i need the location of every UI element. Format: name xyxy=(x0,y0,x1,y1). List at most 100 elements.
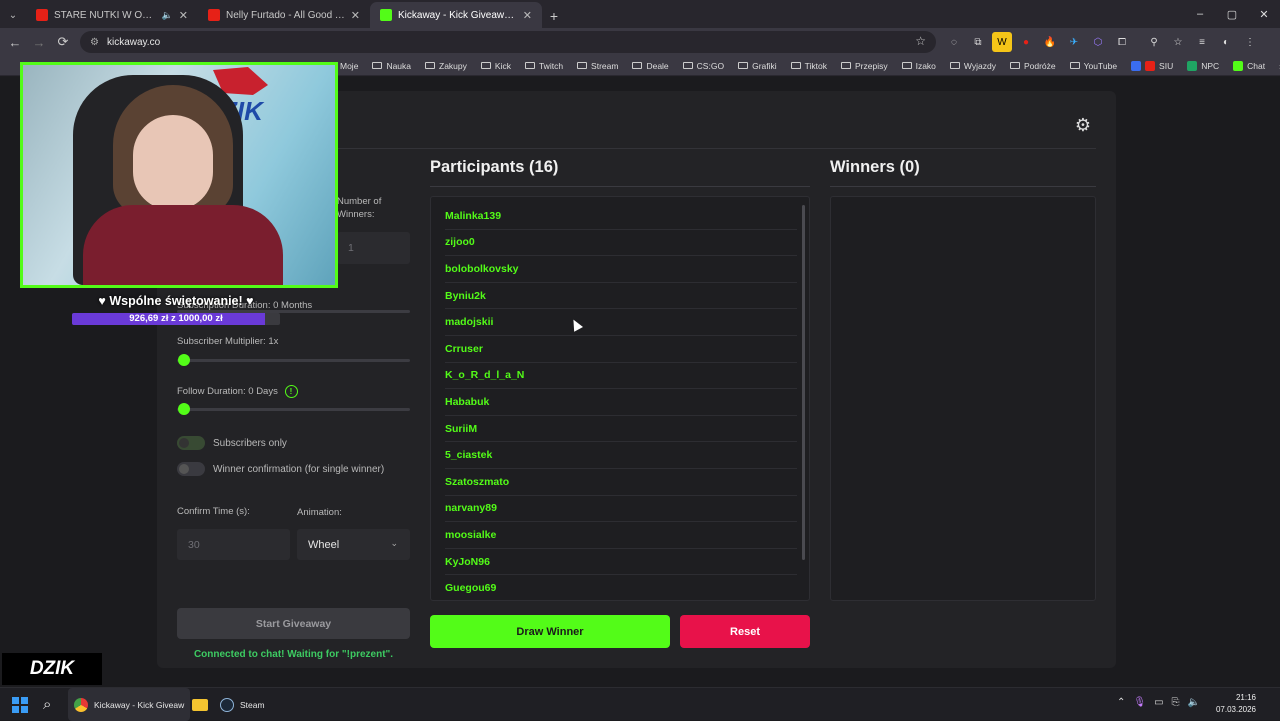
bookmarks-icon[interactable]: ☆ xyxy=(1168,32,1188,52)
extension-icon[interactable]: ⧉ xyxy=(968,32,988,52)
bookmark-deale[interactable]: Deale xyxy=(632,60,669,71)
bookmark-przepisy[interactable]: Przepisy xyxy=(841,61,888,71)
bookmark-chat[interactable]: Chat xyxy=(1233,60,1265,71)
winner-confirmation-toggle[interactable] xyxy=(177,462,205,476)
minimize-button[interactable]: – xyxy=(1184,0,1216,28)
chevron-down-icon: ⌄ xyxy=(390,538,398,548)
animation-label: Animation: xyxy=(297,507,342,518)
animation-select[interactable]: Wheel ⌄ xyxy=(297,529,410,560)
draw-winner-button[interactable]: Draw Winner xyxy=(430,615,670,648)
bookmark-podroze[interactable]: Podróże xyxy=(1009,61,1056,71)
taskbar-steam[interactable]: Steam xyxy=(220,688,265,721)
bookmark-twitch[interactable]: Twitch xyxy=(524,61,563,71)
media-control-icon[interactable]: ≡ xyxy=(1192,32,1212,52)
bookmark-wyjazdy[interactable]: Wyjazdy xyxy=(949,61,996,71)
bookmark-csgo[interactable]: CS:GO xyxy=(682,61,724,71)
toggle-knob xyxy=(179,438,189,448)
taskbar-label: Kickaway - Kick Giveaw xyxy=(94,699,185,710)
url-text: kickaway.co xyxy=(106,36,161,48)
browser-tab-1[interactable]: STARE NUTKI W ODŚWIEŻ 🔈 ✕ xyxy=(26,2,198,28)
taskbar-file-explorer[interactable] xyxy=(192,688,208,721)
tab-search-button[interactable]: ⌄ xyxy=(0,2,26,28)
bookmark-kick[interactable]: Kick xyxy=(480,61,511,71)
forward-button[interactable]: → xyxy=(27,30,51,54)
close-tab-icon[interactable]: ✕ xyxy=(179,9,188,22)
bookmark-label: YouTube xyxy=(1083,60,1118,71)
participant-item: Byniu2k xyxy=(445,283,797,310)
info-icon[interactable]: ! xyxy=(284,385,298,398)
winners-title: Winners (0) xyxy=(830,158,920,176)
microphone-icon[interactable]: 🎙 xyxy=(1133,697,1146,708)
bookmark-siu[interactable]: SIU xyxy=(1131,60,1173,71)
bookmark-grafiki[interactable]: Grafiki xyxy=(738,61,777,71)
subscriber-multiplier-thumb[interactable] xyxy=(178,354,190,366)
bookmark-label: Deale xyxy=(646,60,669,71)
search-icon[interactable]: ⌕ xyxy=(43,688,51,721)
back-button[interactable]: ← xyxy=(3,30,27,54)
participants-scrollbar[interactable] xyxy=(802,205,805,560)
subscriber-multiplier-label: Subscriber Multiplier: 1x xyxy=(177,336,279,347)
reload-button[interactable]: ⟳ xyxy=(51,30,75,54)
bookmark-star-icon[interactable]: ☆ xyxy=(915,34,926,48)
confirm-time-label: Confirm Time (s): xyxy=(177,506,250,517)
number-of-winners-input[interactable]: 1 xyxy=(337,232,410,264)
password-key-icon[interactable]: ⚲ xyxy=(1144,32,1164,52)
bookmark-youtube[interactable]: YouTube xyxy=(1069,60,1118,71)
reset-button[interactable]: Reset xyxy=(680,615,810,648)
face-shape xyxy=(133,115,213,210)
close-tab-icon[interactable]: ✕ xyxy=(523,9,532,22)
follow-duration-label: Follow Duration: 0 Days ! xyxy=(177,385,298,398)
extension-icon[interactable]: ⬡ xyxy=(1088,32,1108,52)
tab-title: Nelly Furtado - All Good Things xyxy=(226,9,345,21)
bookmark-tiktok[interactable]: Tiktok xyxy=(790,61,827,71)
close-window-button[interactable]: ✕ xyxy=(1248,0,1280,28)
new-tab-button[interactable]: + xyxy=(542,4,566,28)
sweater-shape xyxy=(83,205,283,285)
extension-icon[interactable]: ● xyxy=(1016,32,1036,52)
taskbar-chrome[interactable]: Kickaway - Kick Giveaw xyxy=(68,688,191,721)
close-tab-icon[interactable]: ✕ xyxy=(351,9,360,22)
goal-progress-text: 926,69 zł z 1000,00 zł xyxy=(129,313,223,324)
clock[interactable]: 21:16 07.03.2026 xyxy=(1216,692,1256,716)
follow-duration-slider[interactable] xyxy=(177,408,410,411)
site-info-icon[interactable]: ⚙ xyxy=(90,37,99,48)
confirm-time-input[interactable]: 30 xyxy=(177,529,290,560)
network-icon[interactable]: ⎘ xyxy=(1172,697,1180,708)
participant-item: bolobolkovsky xyxy=(445,256,797,283)
volume-icon[interactable]: 🔈 xyxy=(1188,697,1200,708)
bookmark-label: Przepisy xyxy=(855,60,888,71)
address-bar[interactable]: ⚙ kickaway.co ☆ xyxy=(80,31,936,53)
folder-icon xyxy=(738,62,749,69)
bookmark-izako[interactable]: Izako xyxy=(901,61,936,71)
folder-icon xyxy=(1009,62,1020,69)
participants-list[interactable]: Malinka139 zijoo0 bolobolkovsky Byniu2k mado… xyxy=(430,196,810,601)
bookmark-stream[interactable]: Stream xyxy=(577,61,618,71)
follow-duration-thumb[interactable] xyxy=(178,403,190,415)
start-giveaway-button[interactable]: Start Giveaway xyxy=(177,608,410,639)
bookmark-nauka[interactable]: Nauka xyxy=(372,61,411,71)
extension-icon[interactable]: W xyxy=(992,32,1012,52)
subscribers-only-toggle[interactable] xyxy=(177,436,205,450)
browser-tab-3[interactable]: Kickaway - Kick Giveaway Tool ✕ xyxy=(370,2,542,28)
participant-item: KyJoN96 xyxy=(445,549,797,576)
extension-icon[interactable]: ◌ xyxy=(944,32,964,52)
extensions-puzzle-icon[interactable]: ⧠ xyxy=(1112,32,1132,52)
menu-dots-icon[interactable]: ⋮ xyxy=(1240,32,1260,52)
bookmark-moje[interactable]: Moje xyxy=(340,61,358,71)
settings-gear-icon[interactable]: ⚙ xyxy=(1073,115,1093,135)
chevron-up-icon[interactable]: ⌃ xyxy=(1117,697,1125,708)
start-button[interactable] xyxy=(12,688,28,721)
participant-item: madojskii xyxy=(445,309,797,336)
browser-tab-2[interactable]: Nelly Furtado - All Good Things ✕ xyxy=(198,2,370,28)
extension-icon[interactable]: ✈ xyxy=(1064,32,1084,52)
participants-divider xyxy=(430,186,810,187)
maximize-button[interactable]: ▢ xyxy=(1216,0,1248,28)
bookmark-zakupy[interactable]: Zakupy xyxy=(425,61,467,71)
monitor-icon[interactable]: ▭ xyxy=(1154,697,1163,708)
bookmark-npc[interactable]: NPC xyxy=(1187,60,1219,71)
steam-icon xyxy=(220,697,234,712)
number-of-winners-label: Number of Winners: xyxy=(337,196,382,220)
subscriber-multiplier-slider[interactable] xyxy=(177,359,410,362)
profile-avatar[interactable]: ◐ xyxy=(1216,32,1236,52)
extension-icon[interactable]: 🔥 xyxy=(1040,32,1060,52)
